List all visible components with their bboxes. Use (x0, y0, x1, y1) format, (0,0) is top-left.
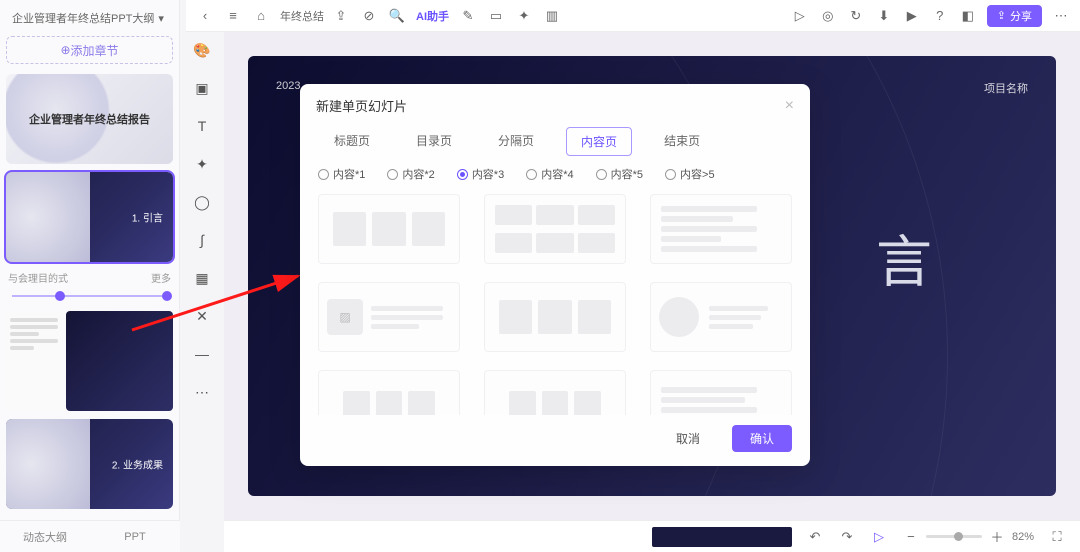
radio-content-3[interactable]: 内容*3 (457, 166, 504, 182)
image-icon: ▨ (327, 299, 363, 335)
radio-content-5[interactable]: 内容*5 (596, 166, 643, 182)
tab-divider-page[interactable]: 分隔页 (484, 127, 548, 156)
tab-toc-page[interactable]: 目录页 (402, 127, 466, 156)
template-option[interactable] (318, 370, 460, 415)
radio-content-1[interactable]: 内容*1 (318, 166, 365, 182)
radio-label: 内容*1 (333, 166, 365, 182)
modal-tabs: 标题页 目录页 分隔页 内容页 结束页 (300, 121, 810, 160)
modal-title: 新建单页幻灯片 (316, 96, 407, 115)
radio-content-more[interactable]: 内容>5 (665, 166, 715, 182)
template-option[interactable] (484, 194, 626, 264)
radio-label: 内容*5 (611, 166, 643, 182)
template-option[interactable] (650, 194, 792, 264)
tab-title-page[interactable]: 标题页 (320, 127, 384, 156)
radio-label: 内容*2 (402, 166, 434, 182)
radio-label: 内容>5 (680, 166, 715, 182)
template-option[interactable] (318, 194, 460, 264)
tab-end-page[interactable]: 结束页 (650, 127, 714, 156)
content-count-radios: 内容*1 内容*2 内容*3 内容*4 内容*5 内容>5 (300, 160, 810, 190)
modal-footer: 取消 确认 (300, 415, 810, 466)
new-slide-modal: 新建单页幻灯片 × 标题页 目录页 分隔页 内容页 结束页 内容*1 内容*2 … (300, 84, 810, 466)
radio-label: 内容*4 (541, 166, 573, 182)
radio-label: 内容*3 (472, 166, 504, 182)
tab-content-page[interactable]: 内容页 (566, 127, 632, 156)
template-option[interactable] (650, 282, 792, 352)
confirm-button[interactable]: 确认 (732, 425, 792, 452)
template-grid: ▨ (300, 190, 810, 415)
template-option[interactable] (484, 282, 626, 352)
template-option[interactable]: ▨ (318, 282, 460, 352)
close-icon[interactable]: × (785, 98, 794, 114)
template-option[interactable] (484, 370, 626, 415)
template-option[interactable] (650, 370, 792, 415)
radio-content-2[interactable]: 内容*2 (387, 166, 434, 182)
cancel-button[interactable]: 取消 (658, 425, 718, 452)
modal-header: 新建单页幻灯片 × (300, 84, 810, 121)
radio-content-4[interactable]: 内容*4 (526, 166, 573, 182)
